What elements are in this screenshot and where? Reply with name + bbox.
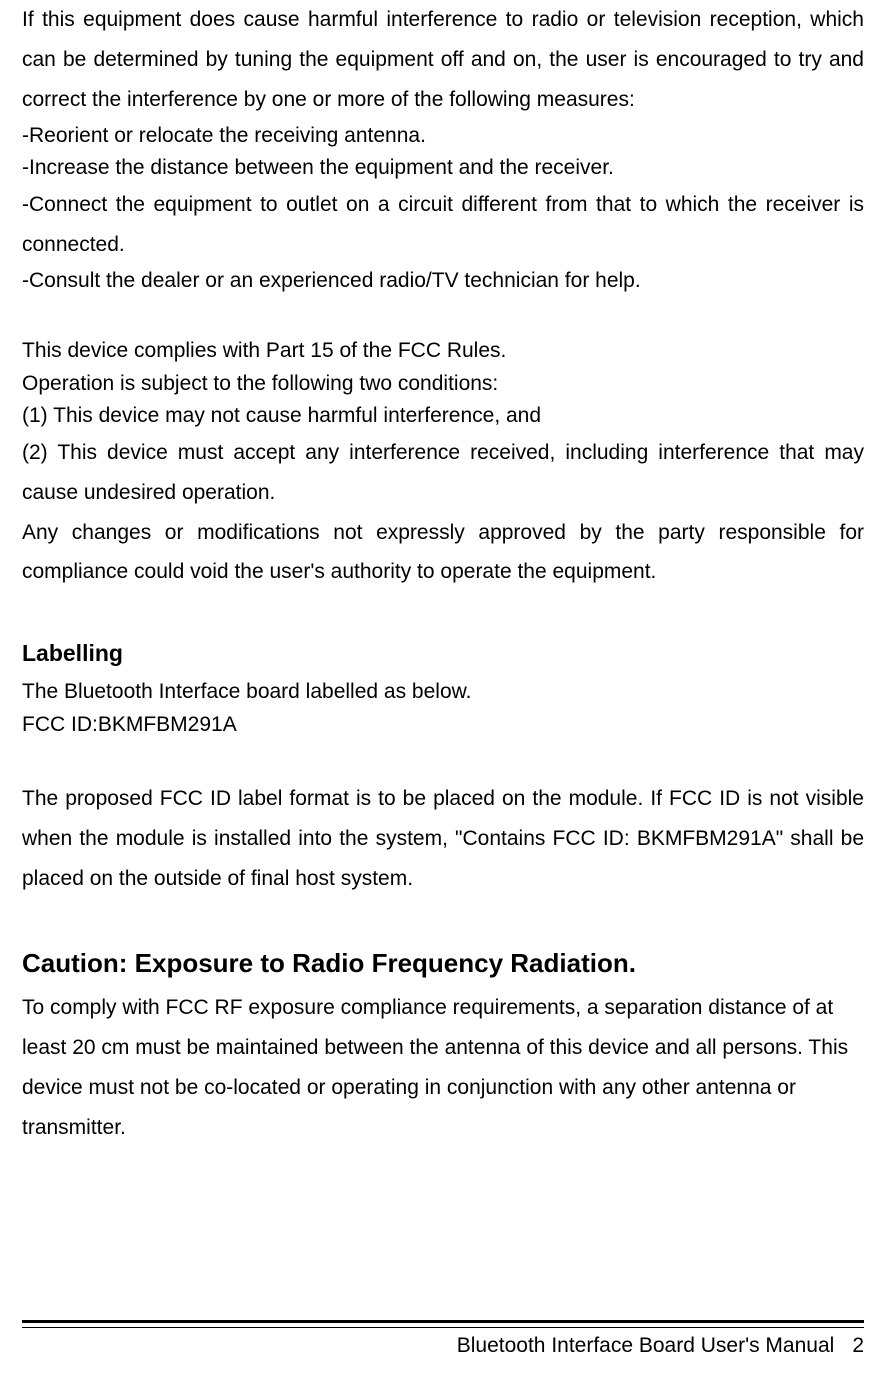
bullet-3: -Connect the equipment to outlet on a ci… <box>22 185 864 265</box>
spacer <box>22 899 864 937</box>
page-footer: Bluetooth Interface Board User's Manual … <box>22 1320 864 1358</box>
labelling-heading: Labelling <box>22 632 864 676</box>
spacer <box>22 297 864 335</box>
operation-text: Operation is subject to the following tw… <box>22 368 864 401</box>
labelling-fccid: FCC ID:BKMFBM291A <box>22 709 864 742</box>
bullet-4: -Consult the dealer or an experienced ra… <box>22 265 864 298</box>
page-content: If this equipment does cause harmful int… <box>22 0 864 1386</box>
changes-text: Any changes or modifications not express… <box>22 513 864 593</box>
complies-text: This device complies with Part 15 of the… <box>22 335 864 368</box>
bullet-1: -Reorient or relocate the receiving ante… <box>22 120 864 153</box>
footer-row: Bluetooth Interface Board User's Manual … <box>22 1328 864 1358</box>
intro-paragraph: If this equipment does cause harmful int… <box>22 0 864 120</box>
labelling-paragraph: The proposed FCC ID label format is to b… <box>22 779 864 899</box>
bullet-2: -Increase the distance between the equip… <box>22 152 864 185</box>
page-number: 2 <box>852 1334 864 1358</box>
caution-paragraph: To comply with FCC RF exposure complianc… <box>22 988 864 1148</box>
footer-title: Bluetooth Interface Board User's Manual <box>457 1334 835 1358</box>
condition-1: (1) This device may not cause harmful in… <box>22 400 864 433</box>
footer-rule-thick <box>22 1320 864 1323</box>
condition-2: (2) This device must accept any interfer… <box>22 433 864 513</box>
caution-heading: Caution: Exposure to Radio Frequency Rad… <box>22 939 864 988</box>
spacer <box>22 741 864 779</box>
labelling-line1: The Bluetooth Interface board labelled a… <box>22 676 864 709</box>
spacer <box>22 592 864 630</box>
